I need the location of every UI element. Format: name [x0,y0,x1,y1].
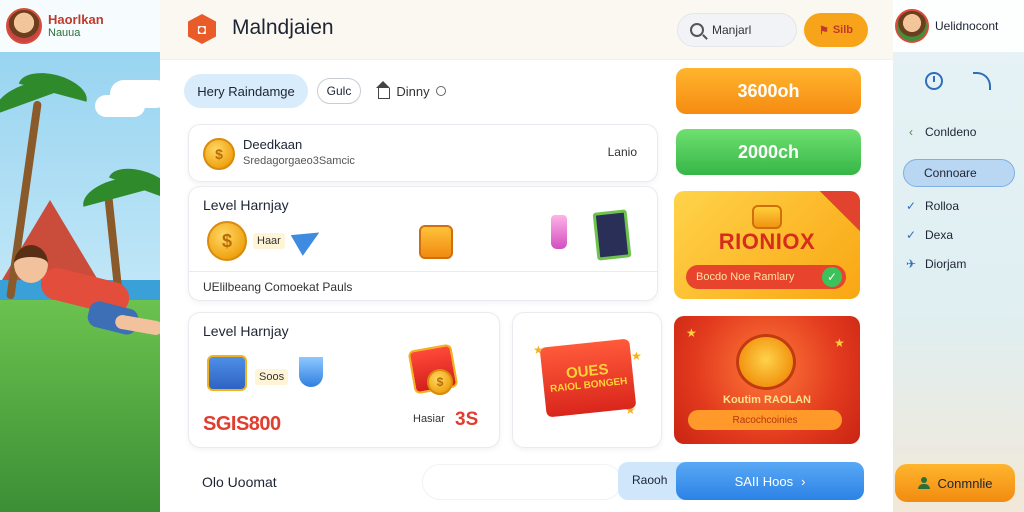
trophy-icon [299,357,323,387]
user-name: Deedkaan [243,137,303,152]
user-icon [917,477,930,489]
promo-title: RIONIOX [718,229,816,254]
sidebar-title: Uelidnocont [935,19,999,33]
sidebar-item-label: Rolloa [925,199,960,213]
person-head [14,245,48,283]
ribbon-decoration [820,191,860,231]
sidebar-item[interactable]: ‹ Conldeno [903,118,1015,146]
sidebar-item-label: Diorjam [925,257,967,271]
check-icon: ✓ [905,228,917,242]
check-icon: ✓ [905,199,917,213]
top-action-button[interactable]: ⚑ Silb [804,13,868,47]
main-content: ◘ Malndjaien Manjarl ⚑ Silb Hery Raindam… [160,0,893,512]
bonus-gift-box: OUES RAIOL BONGEH [539,338,637,418]
sidebar-item-active[interactable]: Connoare [903,159,1015,187]
bottom-pill-label: Raooh [632,473,668,487]
star-icon: ★ [834,336,845,350]
bottom-primary-button[interactable]: SAII Hoos › [676,462,864,500]
user-card[interactable]: $ Deedkaan Sredagorgaeo3Samcic Lanio [188,124,658,182]
avatar[interactable] [895,9,929,43]
plane-icon: ✈ [905,257,917,271]
potion-icon [551,215,567,249]
back-arrow-icon: ‹ [909,125,913,139]
search-text: Manjarl [712,23,752,37]
sidebar-item[interactable]: ✓ Rolloa [903,192,1015,220]
sidebar-item[interactable]: ✓ Dexa [903,221,1015,249]
filter-chip-home-label: Dinny [396,83,430,99]
level-red-number: 3S [455,409,479,430]
sidebar-bottom-label: Conmnlie [937,475,993,491]
level-card[interactable]: Level Harnjay Soos SGIS800 $ Hasiar 3S [188,312,500,448]
clock-icon[interactable] [925,72,943,90]
left-header: Haorlkan Nauua [0,0,160,52]
sidebar-item-label: Conldeno [925,125,977,139]
app-title: Malndjaien [232,16,334,39]
bonus-gift-card[interactable]: ★ ★ ★ OUES RAIOL BONGEH [512,312,662,448]
reward-title: Koutim RAOLAN [723,394,811,406]
level-footer: UElilbeang Comoekat Pauls [189,271,657,300]
star-icon: ★ [631,349,642,363]
level-amount: SGIS800 [203,413,281,435]
level-card[interactable]: Level Harnjay $ Haar UElilbeang Comoekat… [188,186,658,301]
bottom-input[interactable] [422,464,622,500]
radio-icon [435,86,446,96]
cloud [95,95,145,117]
paper-plane-icon [290,222,326,256]
sidebar-bottom-button[interactable]: Conmnlie [895,464,1015,502]
refresh-icon[interactable] [973,72,991,90]
coin-icon: $ [203,138,235,170]
level-small-tag: Hasiar [409,411,449,427]
check-icon: ✓ [822,267,842,287]
search-icon [690,23,704,37]
sidebar-item[interactable]: ✈ Diorjam [903,250,1015,278]
grass-ground [0,300,160,512]
promo-card[interactable]: RIONIOX Bocdo Noe Ramlary ✓ [674,191,860,299]
gift-box-icon [752,205,782,229]
trophy-icon [736,334,796,390]
filter-chip-active[interactable]: Hery Raindamge [184,74,308,108]
level-tag: Haar [253,233,285,249]
filter-chip[interactable]: Gulc [317,78,361,104]
level-tag: Soos [255,369,289,385]
right-header: Uelidnocont [893,0,1024,52]
star-icon: ★ [686,326,697,340]
promo-bar-label: Bocdo Noe Ramlary [696,271,795,283]
bottom-label: Olo Uoomat [202,474,277,490]
bottom-action-pill[interactable]: Raooh SAII Hoos › [618,462,864,500]
brand-title: Haorlkan [48,11,104,27]
level-title: Level Harnjay [203,197,289,213]
right-sidebar: Uelidnocont ‹ Conldeno Connoare ✓ Rolloa… [893,0,1024,512]
promo-claim-bar[interactable]: Bocdo Noe Ramlary ✓ [686,265,846,289]
gift-box-icon [207,355,247,391]
brand-block: Haorlkan Nauua [48,11,104,40]
coin-icon: $ [207,221,247,261]
level-title: Level Harnjay [203,323,289,339]
gift-box-icon [419,225,453,259]
sidebar-item-label: Connoare [924,166,977,180]
filter-chip-home[interactable]: Dinny [372,74,452,108]
user-subtitle: Sredagorgaeo3Samcic [243,155,355,167]
user-action-link[interactable]: Lanio [608,145,637,159]
top-action-label: Silb [832,24,854,36]
reward-card[interactable]: ★ ★ Koutim RAOLAN Racochcoinies [674,316,860,444]
app-logo-icon: ◘ [188,14,216,44]
chevron-right-icon: › [801,473,806,489]
brand-subtitle: Nauua [48,26,81,39]
sidebar-item-label: Dexa [925,228,954,242]
flag-icon: ⚑ [818,24,829,37]
top-bar: ◘ Malndjaien Manjarl ⚑ Silb [160,0,893,60]
left-scenic-panel: Haorlkan Nauua [0,0,160,512]
amount-button-green[interactable]: 2000ch [676,129,861,175]
poster-icon [592,209,632,261]
bottom-primary-label: SAII Hoos [734,473,794,489]
avatar[interactable] [6,8,42,44]
gift-line-2: RAIOL BONGEH [549,375,628,395]
amount-button-orange[interactable]: 3600oh [676,68,861,114]
sidebar-icon-row [921,72,1001,92]
home-icon [376,80,391,99]
reward-claim-button[interactable]: Racochcoinies [688,410,842,430]
search-input[interactable]: Manjarl [677,13,797,47]
coin-icon: $ [427,369,453,395]
